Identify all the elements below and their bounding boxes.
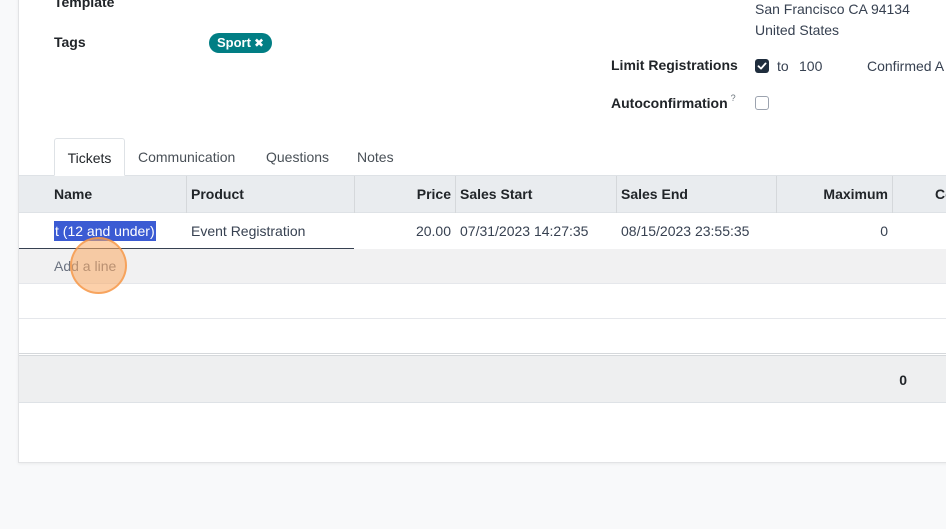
column-header-confirmed[interactable]: Co: [935, 176, 946, 213]
empty-row: [19, 284, 946, 319]
add-line-row: Add a line: [19, 249, 946, 284]
cell-maximum[interactable]: 0: [781, 213, 888, 249]
tag-sport[interactable]: Sport ✖: [209, 33, 273, 53]
column-header-price[interactable]: Price: [359, 176, 451, 213]
table-footer: 0: [19, 355, 946, 403]
limit-registrations-checkbox[interactable]: [755, 59, 769, 73]
tags-label: Tags: [54, 34, 86, 50]
column-header-sales-start[interactable]: Sales Start: [460, 176, 532, 213]
tab-notes[interactable]: Notes: [357, 149, 394, 176]
limit-value-field[interactable]: 100: [799, 58, 822, 74]
column-header-product[interactable]: Product: [191, 176, 244, 213]
table-row[interactable]: t (12 and under) Event Registration 20.0…: [19, 213, 946, 249]
cell-price[interactable]: 20.00: [359, 213, 451, 249]
column-divider[interactable]: [186, 176, 187, 213]
autoconfirmation-label: Autoconfirmation?: [611, 93, 736, 111]
column-divider[interactable]: [354, 176, 355, 213]
remove-tag-icon[interactable]: ✖: [254, 36, 264, 50]
autoconfirmation-text: Autoconfirmation: [611, 95, 728, 111]
limit-to-text: to: [777, 58, 789, 74]
table-header: Name Product Price Sales Start Sales End…: [19, 176, 946, 213]
help-icon[interactable]: ?: [731, 93, 736, 103]
column-divider[interactable]: [616, 176, 617, 213]
tag-label: Sport: [217, 35, 251, 50]
address-line-2: United States: [755, 22, 840, 38]
column-divider[interactable]: [776, 176, 777, 213]
template-label: Template: [54, 0, 115, 10]
cell-product[interactable]: Event Registration: [191, 213, 305, 249]
cell-sales-start[interactable]: 07/31/2023 14:27:35: [460, 213, 588, 249]
click-cursor-highlight: [70, 237, 127, 294]
tab-communication[interactable]: Communication: [138, 149, 235, 176]
checkmark-icon: [757, 62, 767, 70]
tab-tickets[interactable]: Tickets: [54, 138, 125, 176]
column-divider[interactable]: [892, 176, 893, 213]
confirmed-label: Confirmed A: [867, 58, 945, 74]
autoconfirmation-checkbox[interactable]: [755, 96, 769, 110]
column-header-name[interactable]: Name: [54, 176, 92, 213]
cell-sales-end[interactable]: 08/15/2023 23:55:35: [621, 213, 749, 249]
address-line-1: San Francisco CA 94134: [755, 1, 910, 17]
tab-questions[interactable]: Questions: [266, 149, 329, 176]
empty-row: [19, 319, 946, 354]
column-header-maximum[interactable]: Maximum: [781, 176, 888, 213]
column-divider[interactable]: [455, 176, 456, 213]
limit-registrations-label: Limit Registrations: [611, 57, 738, 73]
total-maximum: 0: [899, 372, 907, 388]
column-header-sales-end[interactable]: Sales End: [621, 176, 688, 213]
